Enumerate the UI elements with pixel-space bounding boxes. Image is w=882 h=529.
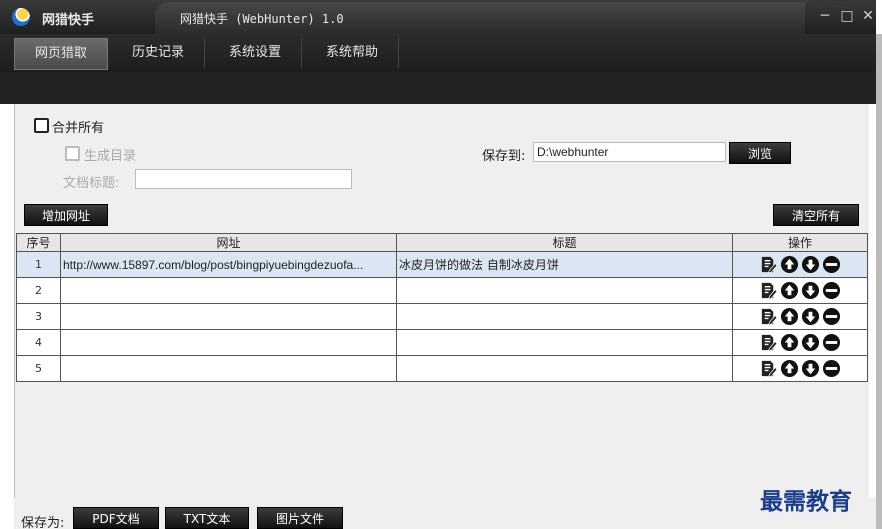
table-row[interactable]: 2 [16, 277, 868, 304]
minimize-button[interactable]: ─ [815, 6, 835, 26]
row-index: 2 [16, 277, 61, 304]
row-actions [732, 355, 868, 382]
export-txt-button[interactable]: TXT文本 [165, 507, 249, 529]
app-name: 网猎快手 [42, 13, 95, 28]
window-title: 网猎快手 (WebHunter) 1.0 [180, 12, 344, 26]
title-bar: 网猎快手 网猎快手 (WebHunter) 1.0 ─ □ ✕ [0, 0, 876, 34]
arrow-down-icon[interactable] [801, 333, 820, 352]
row-title[interactable]: 冰皮月饼的做法 自制冰皮月饼 [396, 251, 733, 278]
remove-icon[interactable] [822, 307, 841, 326]
edit-icon[interactable] [759, 333, 778, 352]
menu-bar: 网页猎取 历史记录 系统设置 系统帮助 [0, 34, 876, 72]
remove-icon[interactable] [822, 255, 841, 274]
table-row[interactable]: 4 [16, 329, 868, 356]
clear-all-button[interactable]: 清空所有 [773, 204, 859, 226]
remove-icon[interactable] [822, 359, 841, 378]
browse-button[interactable]: 浏览 [729, 142, 791, 164]
gen-toc-checkbox[interactable] [65, 146, 80, 161]
arrow-down-icon[interactable] [801, 359, 820, 378]
row-index: 5 [16, 355, 61, 382]
doc-title-input[interactable] [135, 169, 352, 189]
tab-help[interactable]: 系统帮助 [306, 38, 399, 68]
save-as-label: 保存为: [21, 516, 65, 529]
row-title[interactable] [396, 277, 733, 304]
close-icon: ✕ [862, 8, 874, 24]
arrow-up-icon[interactable] [780, 333, 799, 352]
export-pdf-button[interactable]: PDF文档 [73, 507, 159, 529]
close-button[interactable]: ✕ [858, 6, 878, 26]
maximize-button[interactable]: □ [837, 6, 857, 26]
remove-icon[interactable] [822, 281, 841, 300]
arrow-down-icon[interactable] [801, 255, 820, 274]
save-to-label: 保存到: [482, 149, 526, 164]
arrow-down-icon[interactable] [801, 281, 820, 300]
row-title[interactable] [396, 303, 733, 330]
app-window: 网猎快手 网猎快手 (WebHunter) 1.0 ─ □ ✕ 网站生 网页猎取… [0, 0, 882, 529]
minimize-icon: ─ [820, 8, 830, 24]
doc-title-label: 文档标题: [63, 176, 120, 191]
row-index: 4 [16, 329, 61, 356]
edit-icon[interactable] [759, 359, 778, 378]
arrow-up-icon[interactable] [780, 255, 799, 274]
edit-icon[interactable] [759, 281, 778, 300]
edit-icon[interactable] [759, 255, 778, 274]
merge-all-checkbox[interactable] [34, 118, 49, 133]
corner-text: 网站生 [818, 0, 851, 7]
row-url[interactable] [60, 303, 397, 330]
tab-web-capture[interactable]: 网页猎取 [14, 38, 108, 70]
arrow-up-icon[interactable] [780, 359, 799, 378]
add-url-button[interactable]: 增加网址 [24, 204, 108, 226]
row-url[interactable] [60, 329, 397, 356]
arrow-up-icon[interactable] [780, 281, 799, 300]
tab-history[interactable]: 历史记录 [112, 38, 205, 68]
table-header-row: 序号 网址 标题 操作 [16, 233, 868, 252]
url-table: 序号 网址 标题 操作 1 http://www.15897.com/blog/p… [16, 233, 868, 382]
gen-toc-label: 生成目录 [84, 149, 137, 164]
tab-settings[interactable]: 系统设置 [209, 38, 302, 68]
export-image-button[interactable]: 图片文件 [257, 507, 343, 529]
arrow-down-icon[interactable] [801, 307, 820, 326]
app-logo-icon [12, 8, 30, 26]
watermark: 最需教育 [760, 488, 852, 515]
col-header-ops: 操作 [732, 233, 868, 252]
table-row[interactable]: 3 [16, 303, 868, 330]
edit-icon[interactable] [759, 307, 778, 326]
table-row[interactable]: 5 [16, 355, 868, 382]
remove-icon[interactable] [822, 333, 841, 352]
row-actions [732, 251, 868, 278]
row-index: 1 [16, 251, 61, 278]
row-title[interactable] [396, 329, 733, 356]
row-url[interactable] [60, 355, 397, 382]
col-header-index: 序号 [16, 233, 61, 252]
save-path-input[interactable] [533, 142, 726, 162]
row-url[interactable] [60, 277, 397, 304]
toolbar-band [0, 72, 876, 104]
merge-all-label: 合并所有 [52, 121, 105, 136]
window-edge [876, 34, 882, 529]
table-row[interactable]: 1 http://www.15897.com/blog/post/bingpiyu… [16, 251, 868, 278]
row-actions [732, 277, 868, 304]
col-header-url: 网址 [60, 233, 397, 252]
maximize-icon: □ [840, 8, 854, 24]
row-url[interactable]: http://www.15897.com/blog/post/bingpiyue… [60, 251, 397, 278]
row-index: 3 [16, 303, 61, 330]
row-actions [732, 329, 868, 356]
row-actions [732, 303, 868, 330]
row-title[interactable] [396, 355, 733, 382]
arrow-up-icon[interactable] [780, 307, 799, 326]
col-header-title: 标题 [396, 233, 733, 252]
